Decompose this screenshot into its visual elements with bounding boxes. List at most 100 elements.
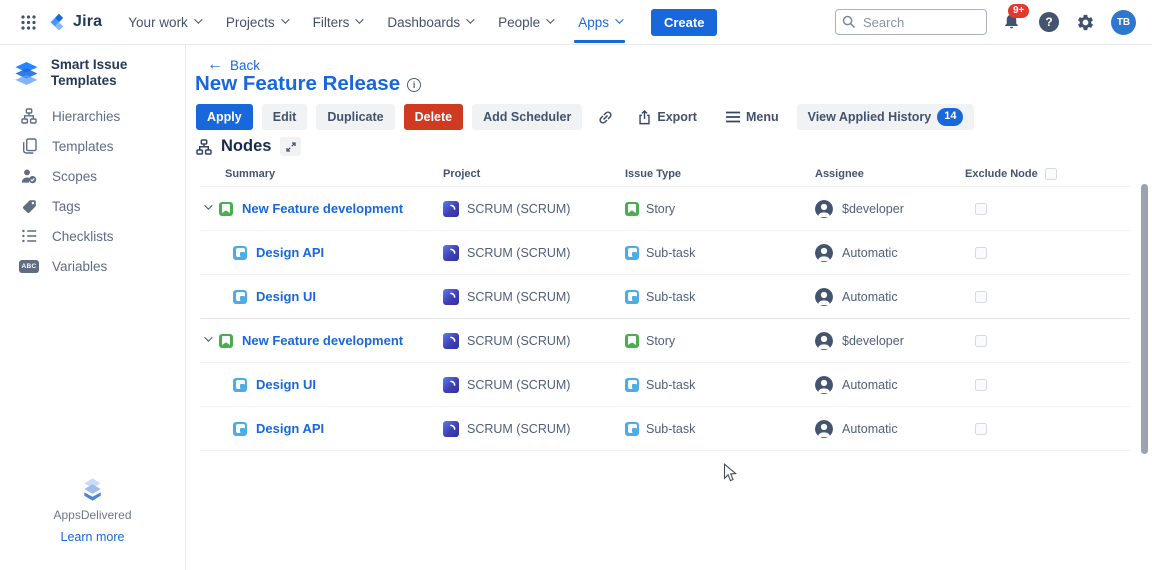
exclude-node-checkbox[interactable] (975, 203, 987, 215)
sidebar-item-hierarchies[interactable]: Hierarchies (0, 101, 185, 131)
back-arrow-icon: ← (207, 57, 223, 73)
issue-summary-link[interactable]: New Feature development (242, 333, 403, 348)
project-name: SCRUM (SCRUM) (467, 202, 570, 216)
sidebar-item-scopes[interactable]: Scopes (0, 161, 185, 191)
export-button[interactable]: Export (633, 104, 702, 130)
chevron-down-icon[interactable] (202, 204, 212, 214)
project-avatar-icon (443, 333, 459, 349)
add-scheduler-button[interactable]: Add Scheduler (472, 104, 582, 130)
project-avatar-icon (443, 201, 459, 217)
sidebar-item-variables[interactable]: ABC Variables (0, 251, 185, 281)
chevron-down-icon (546, 15, 554, 23)
info-icon[interactable]: i (407, 78, 421, 92)
story-icon (219, 202, 233, 216)
apply-button[interactable]: Apply (196, 104, 253, 130)
issue-summary-link[interactable]: Design UI (256, 289, 316, 304)
nav-item-projects[interactable]: Projects (226, 15, 287, 30)
exclude-node-checkbox[interactable] (975, 247, 987, 259)
nav-item-people[interactable]: People (498, 15, 552, 30)
assignee-name: Automatic (842, 246, 898, 260)
issue-type-name: Sub-task (646, 378, 695, 392)
sidebar-item-templates[interactable]: Templates (0, 131, 185, 161)
nav-item-dashboards[interactable]: Dashboards (387, 15, 472, 30)
exclude-all-checkbox[interactable] (1045, 168, 1057, 180)
issue-summary-link[interactable]: Design UI (256, 377, 316, 392)
sidebar-item-tags[interactable]: Tags (0, 191, 185, 221)
sidebar-item-checklists[interactable]: Checklists (0, 221, 185, 251)
exclude-node-checkbox[interactable] (975, 335, 987, 347)
chevron-down-icon (281, 15, 289, 23)
main-content: ← Back New Feature Release i Apply Edit … (186, 45, 1152, 570)
exclude-node-checkbox[interactable] (975, 291, 987, 303)
edit-button[interactable]: Edit (262, 104, 308, 130)
subtask-icon (233, 422, 247, 436)
tag-icon (20, 199, 38, 214)
assignee-avatar-icon (815, 200, 833, 218)
issue-summary-link[interactable]: Design API (256, 421, 324, 436)
sidebar-nav: Hierarchies Templates (0, 101, 185, 281)
top-navigation-bar: Jira Your work Projects Filters Dashboar… (0, 0, 1152, 45)
create-button[interactable]: Create (651, 9, 717, 36)
chevron-down-icon (356, 15, 364, 23)
copy-link-button[interactable] (590, 101, 623, 134)
subtask-icon (625, 378, 639, 392)
story-icon (219, 334, 233, 348)
notifications-button[interactable]: 9+ (1002, 11, 1024, 33)
nodes-section-header: Nodes (196, 137, 301, 156)
project-avatar-icon (443, 289, 459, 305)
nav-left-group: Jira Your work Projects Filters Dashboar… (16, 9, 717, 36)
jira-logo[interactable]: Jira (50, 13, 102, 31)
table-row: Design UI SCRUM (SCRUM) Sub-task (200, 362, 1130, 406)
sidebar-app-header[interactable]: Smart Issue Templates (0, 45, 185, 101)
nav-item-filters[interactable]: Filters (313, 15, 362, 30)
user-avatar[interactable]: TB (1111, 10, 1136, 35)
settings-button[interactable] (1074, 11, 1096, 33)
table-header-row: Summary Project Issue Type Assignee Excl… (200, 162, 1130, 186)
subtask-icon (625, 246, 639, 260)
delete-button[interactable]: Delete (404, 104, 464, 130)
assignee-avatar-icon (815, 376, 833, 394)
notification-count-badge: 9+ (1008, 4, 1029, 18)
nav-item-your-work[interactable]: Your work (128, 15, 200, 30)
menu-button[interactable]: Menu (721, 104, 784, 130)
chevron-down-icon (615, 15, 623, 23)
subtask-icon (625, 290, 639, 304)
global-search (835, 9, 987, 35)
search-input[interactable] (835, 9, 987, 35)
project-name: SCRUM (SCRUM) (467, 246, 570, 260)
table-row: Design API SCRUM (SCRUM) Sub-task (200, 230, 1130, 274)
table-row: New Feature development SCRUM (SCRUM) St… (200, 318, 1130, 362)
exclude-node-checkbox[interactable] (975, 379, 987, 391)
table-row: Design UI SCRUM (SCRUM) Sub-task (200, 274, 1130, 318)
help-button[interactable]: ? (1039, 12, 1059, 32)
duplicate-button[interactable]: Duplicate (316, 104, 394, 130)
appsdelivered-logo-icon (79, 478, 106, 502)
question-mark-icon: ? (1045, 15, 1052, 29)
smart-issue-templates-icon (12, 60, 41, 87)
exclude-node-checkbox[interactable] (975, 423, 987, 435)
issue-type-name: Sub-task (646, 290, 695, 304)
issue-summary-link[interactable]: Design API (256, 245, 324, 260)
app-switcher-icon[interactable] (16, 10, 40, 34)
nav-item-apps[interactable]: Apps (578, 15, 621, 30)
back-link[interactable]: ← Back (207, 57, 260, 73)
chevron-down-icon[interactable] (202, 336, 212, 346)
learn-more-link[interactable]: Learn more (61, 530, 125, 544)
column-header-assignee: Assignee (808, 168, 948, 180)
assignee-name: Automatic (842, 422, 898, 436)
vertical-scrollbar[interactable] (1141, 184, 1148, 454)
sidebar-app-title: Smart Issue Templates (51, 57, 175, 88)
project-name: SCRUM (SCRUM) (467, 334, 570, 348)
view-applied-history-button[interactable]: View Applied History 14 (797, 104, 975, 130)
project-avatar-icon (443, 421, 459, 437)
subtask-icon (233, 246, 247, 260)
nodes-title: Nodes (221, 137, 271, 156)
assignee-name: $developer (842, 334, 904, 348)
assignee-name: $developer (842, 202, 904, 216)
jira-mark-icon (50, 13, 68, 31)
issue-type-name: Sub-task (646, 246, 695, 260)
link-icon (594, 105, 618, 129)
expand-nodes-button[interactable] (280, 137, 301, 156)
issue-summary-link[interactable]: New Feature development (242, 201, 403, 216)
chevron-down-icon (466, 15, 474, 23)
